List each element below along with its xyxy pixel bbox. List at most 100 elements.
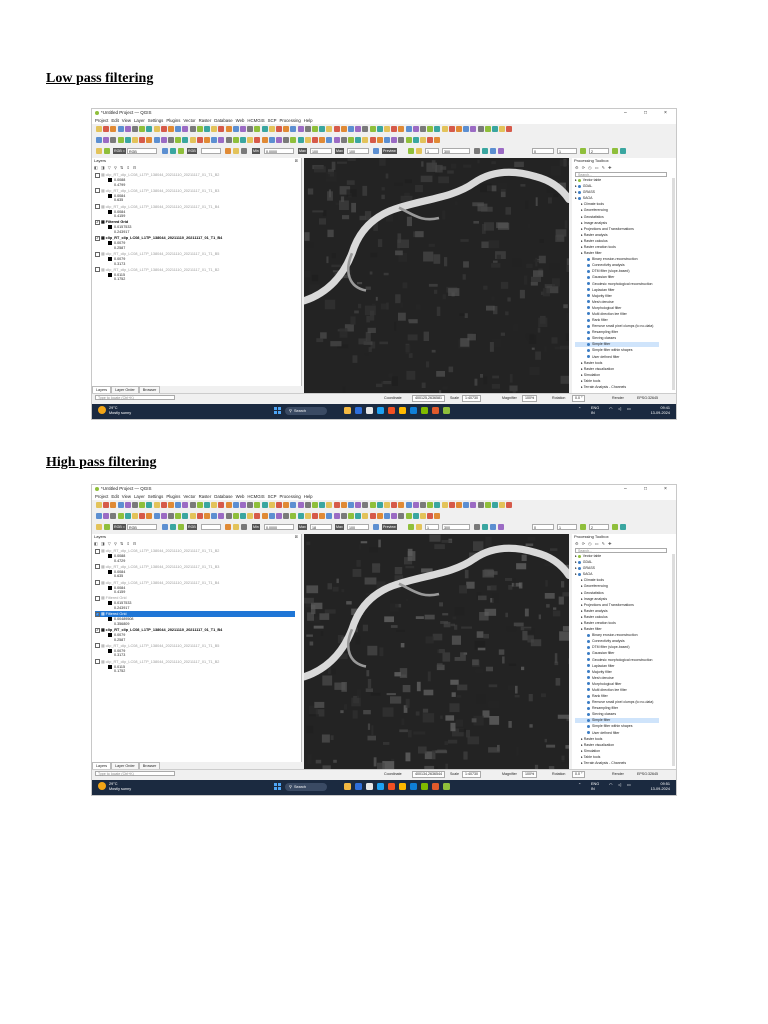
toolbar-tool-icon[interactable] [384,126,390,132]
menu-project[interactable]: Project [95,493,108,500]
toolbar-tool-icon[interactable] [416,524,422,530]
toolbar-tool-icon[interactable] [261,126,268,132]
toolbar-tool-icon[interactable] [355,502,362,508]
processing-tree-item[interactable]: ▸ Terrain Analysis - Channels [575,761,626,766]
toolbar-tool-icon[interactable] [218,137,225,143]
max-input[interactable]: 100 [310,148,332,154]
toolbar-tool-icon[interactable] [254,137,261,143]
menu-help[interactable]: Help [304,117,313,124]
toolbar-tool-icon[interactable] [420,126,426,132]
toolbar-tool-icon[interactable] [240,513,246,519]
coordinate-field[interactable]: 400125,2636581 [412,394,445,402]
windows-start-icon[interactable] [274,783,281,790]
toolbar-tool-icon[interactable] [362,137,369,143]
max-input[interactable]: 18 [310,524,332,530]
toolbar-tool-icon[interactable] [391,137,398,143]
toolbar-tool-icon[interactable] [276,502,282,508]
toolbar-tool-icon[interactable] [268,502,275,508]
toolbar-tool-icon[interactable] [233,148,239,154]
menu-vector[interactable]: Vector [183,117,195,124]
toolbar-tool-icon[interactable] [261,137,268,143]
toolbar-tool-icon[interactable] [103,137,110,143]
toolbar-tool-icon[interactable] [319,513,326,519]
toolbar-tool-icon[interactable] [247,513,254,519]
toolbar-tool-icon[interactable] [297,513,304,519]
toolbar-tool-icon[interactable] [405,502,412,508]
toolbar-tool-icon[interactable] [312,137,318,143]
toolbar-tool-icon[interactable] [456,126,462,132]
toolbar-tool-icon[interactable] [110,126,117,132]
taskbar-app-icon[interactable] [366,783,373,790]
toolbar-tool-icon[interactable] [132,502,138,508]
battery-icon[interactable]: ▭ [627,783,631,788]
menu-scp[interactable]: SCP [268,493,277,500]
toolbar-tool-icon[interactable] [312,513,318,519]
panel-close-icon[interactable]: ⊠ [295,534,298,540]
toolbar-tool-icon[interactable] [427,126,434,132]
toolbar-tool-icon[interactable] [254,513,261,519]
toolbar-tool-icon[interactable] [498,148,504,154]
taskbar-app-icon[interactable] [443,407,450,414]
toolbar-tool-icon[interactable] [408,524,414,530]
processing-tree-item[interactable]: ▸ GRASS [575,190,595,195]
toolbar-tool-icon[interactable] [463,126,470,132]
processing-tree-item[interactable]: ▸ Terrain Analysis - Channels [575,385,626,390]
max2-input[interactable]: 100 [347,524,369,530]
menu-hcmgis[interactable]: HCMGIS [247,493,264,500]
layer-visibility-checkbox[interactable] [95,251,100,257]
toolbar-tool-icon[interactable] [408,148,414,154]
layer-visibility-checkbox[interactable] [95,643,100,649]
toolbar-tool-icon[interactable] [232,513,239,519]
toolbar-tool-icon[interactable] [182,502,189,508]
menu-project[interactable]: Project [95,117,108,124]
toolbar-tool-icon[interactable] [369,513,376,519]
toolbar-tool-icon[interactable] [297,126,304,132]
toolbar-tool-icon[interactable] [333,513,340,519]
taskbar-app-icon[interactable] [421,783,428,790]
processing-tree-item[interactable]: DTM filter (slope-based) [575,269,630,274]
toolbar-tool-icon[interactable] [283,502,290,508]
processing-tree-item[interactable]: ▸ Simulation [575,749,600,754]
processing-tree-item[interactable]: ▸ Raster analysis [575,609,608,614]
toolbar-tool-icon[interactable] [182,513,189,519]
toolbar-tool-icon[interactable] [104,524,110,530]
taskbar-clock[interactable]: 09:51 13-09-2024 [651,782,670,792]
toolbar-tool-icon[interactable] [276,137,282,143]
toolbar-tool-icon[interactable] [283,126,290,132]
toolbar-tool-icon[interactable] [96,126,102,132]
processing-tree-item[interactable]: Connectivity analysis [575,263,625,268]
toolbar-tool-icon[interactable] [117,137,124,143]
toolbar-tool-icon[interactable] [168,126,174,132]
toolbar-tool-icon[interactable] [146,137,153,143]
toolbar-tool-icon[interactable] [103,126,110,132]
toolbar-tool-icon[interactable] [376,502,383,508]
toolbar-tool-icon[interactable] [369,502,376,508]
band3-input[interactable]: 0 [532,524,554,530]
toolbar-tool-icon[interactable] [490,524,496,530]
toolbar-tool-icon[interactable] [492,126,498,132]
menu-plugins[interactable]: Plugins [166,493,180,500]
toolbar-tool-icon[interactable] [340,137,347,143]
locator-search-input[interactable]: Type to locate (Ctrl+K) [95,771,175,776]
taskbar-app-icon[interactable] [432,783,439,790]
menu-vector[interactable]: Vector [183,493,195,500]
toolbar-tool-icon[interactable] [420,137,426,143]
toolbar-tool-icon[interactable] [160,513,167,519]
toolbar-tool-icon[interactable] [620,524,626,530]
taskbar-app-icon[interactable] [432,407,439,414]
wifi-icon[interactable]: ◠ [609,407,612,412]
processing-tree-item[interactable]: User defined filter [575,731,619,736]
taskbar-app-icon[interactable] [355,783,362,790]
toolbar-tool-icon[interactable] [247,137,254,143]
toolbar-tool-icon[interactable] [283,513,290,519]
toolbar-tool-icon[interactable] [261,513,268,519]
taskbar-app-icon[interactable] [344,783,351,790]
taskbar-app-icon[interactable] [388,407,395,414]
taskbar-app-icon[interactable] [344,407,351,414]
toolbar-tool-icon[interactable] [319,502,326,508]
toolbar-tool-icon[interactable] [340,502,347,508]
processing-tree-item[interactable]: Mesh denoise [575,676,614,681]
toolbar-tool-icon[interactable] [196,137,203,143]
crs-button-value[interactable]: EPSG:32645 [637,772,658,776]
toolbar-tool-icon[interactable] [448,126,455,132]
